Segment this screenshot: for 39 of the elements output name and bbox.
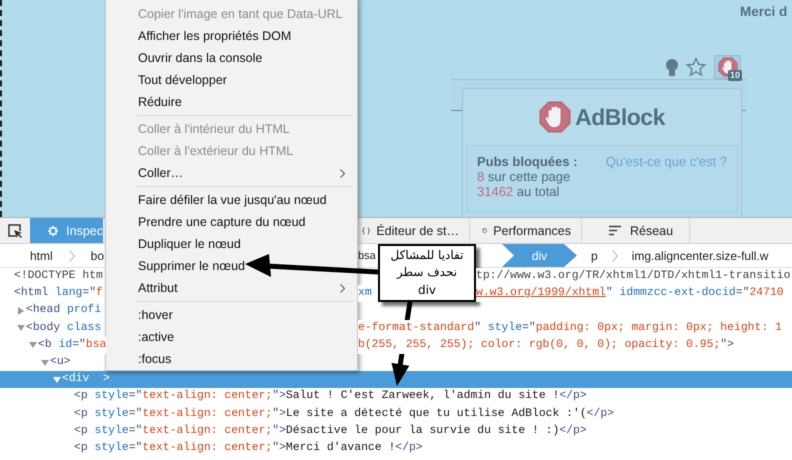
menu-item[interactable]: Coller… — [106, 162, 357, 184]
markup-text[interactable]: <b id="bsa — [38, 336, 106, 354]
menu-item[interactable]: Réduire — [106, 91, 357, 113]
network-icon — [608, 225, 622, 236]
menu-item[interactable]: :focus — [106, 348, 357, 370]
breadcrumb[interactable]: bo — [90, 244, 104, 267]
devtools-tab[interactable]: Réseau — [582, 218, 690, 243]
menu-item[interactable]: Supprimer le nœud — [106, 255, 357, 277]
markup-text[interactable]: e-format-standard" style="padding: 0px; margin: 0px; height: 1 — [358, 320, 782, 337]
blocked-count: 31462 au total — [477, 184, 560, 199]
markup-text[interactable]: b(255, 255, 255); color: rgb(0, 0, 0); opacity: 0.95;"> — [358, 336, 734, 354]
star-icon[interactable] — [686, 57, 706, 77]
devtools-tab[interactable]: Performances — [470, 218, 582, 243]
lightbulb-icon[interactable] — [665, 58, 679, 78]
menu-item[interactable]: Tout développer — [106, 69, 357, 91]
popup-title: AdBlock — [575, 104, 665, 130]
chevron-icon — [340, 284, 345, 292]
menu-item[interactable]: Dupliquer le nœud — [106, 233, 357, 255]
blocked-count: 8 sur cette page — [477, 169, 572, 184]
menu-item[interactable]: :active — [106, 326, 357, 348]
stop-hand-icon — [539, 101, 572, 133]
menu-item[interactable]: Afficher les propriétés DOM — [106, 25, 357, 47]
breadcrumb[interactable]: bsa — [358, 244, 376, 267]
blocked-label: Pubs bloquées : — [477, 154, 578, 169]
chevron-icon — [68, 250, 75, 262]
menu-item[interactable]: Faire défiler la vue jusqu'au nœud — [106, 189, 357, 211]
menu-item[interactable]: Attribut — [106, 277, 357, 299]
chevron-icon — [340, 168, 345, 178]
breadcrumb[interactable]: html — [30, 244, 53, 267]
menu-item[interactable]: Prendre une capture du nœud — [106, 211, 357, 233]
breadcrumb[interactable]: img.aligncenter.size-full.w — [632, 244, 768, 267]
menu-item[interactable]: Ouvrir dans la console — [106, 47, 357, 69]
breadcrumb[interactable]: p — [591, 244, 598, 267]
count-badge: 10 — [728, 70, 742, 81]
crosshair-icon — [48, 224, 58, 238]
adblock-button[interactable]: 10 — [714, 55, 741, 79]
menu-item[interactable]: :hover — [106, 304, 357, 326]
page-heading: Merci d — [740, 4, 788, 19]
chevron-icon — [612, 250, 618, 262]
